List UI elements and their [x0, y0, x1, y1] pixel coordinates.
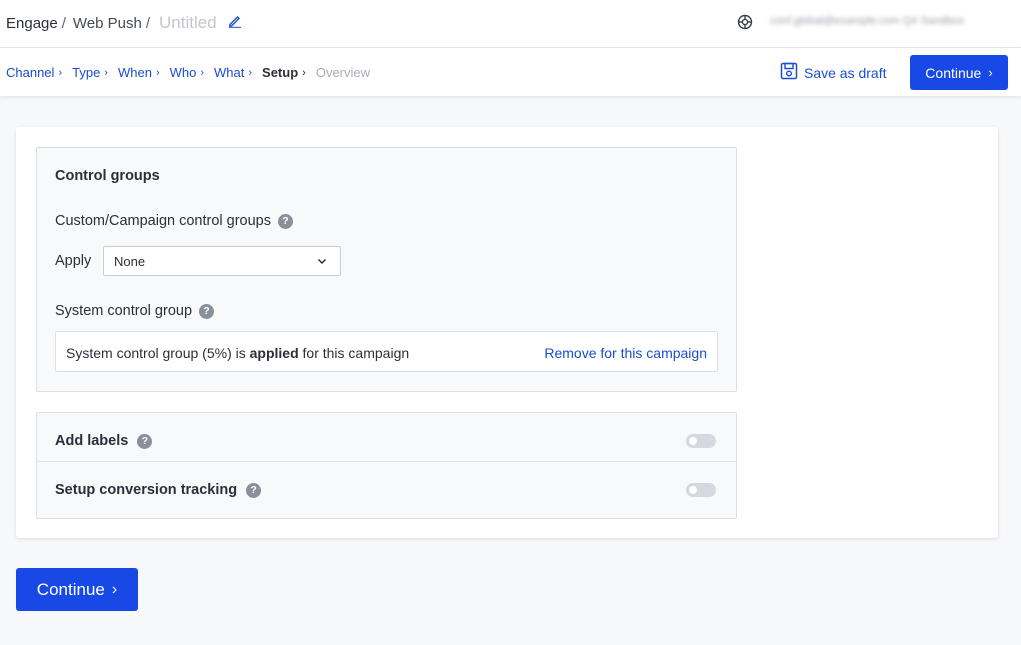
help-icon[interactable]: ?: [137, 433, 153, 449]
step-who[interactable]: Who ›: [170, 65, 204, 80]
help-icon[interactable]: ?: [278, 213, 293, 229]
system-control-group-box: System control group (5%) is applied for…: [55, 331, 718, 372]
remove-system-control-group-link[interactable]: Remove for this campaign: [544, 345, 707, 361]
step-label: Setup: [262, 65, 299, 80]
step-channel[interactable]: Channel ›: [6, 65, 62, 80]
system-control-group-label: System control group: [55, 303, 193, 319]
apply-control-group-select[interactable]: None: [103, 246, 341, 276]
conversion-tracking-label: Setup conversion tracking: [55, 482, 238, 498]
chevron-right-icon: ›: [155, 66, 160, 79]
divider: [37, 461, 736, 462]
continue-label: Continue: [925, 64, 982, 81]
help-icon[interactable]: ?: [199, 303, 215, 319]
pencil-icon[interactable]: [228, 14, 242, 28]
chevron-right-icon: ›: [248, 66, 253, 79]
account-info[interactable]: conf.global@example.com Q4 Sandbox: [770, 15, 1010, 28]
continue-label: Continue: [36, 579, 105, 599]
step-label: When: [117, 65, 152, 80]
save-as-draft-button[interactable]: Save as draft: [780, 62, 887, 83]
step-overview: Overview: [316, 65, 370, 80]
step-label: What: [214, 65, 245, 80]
chevron-right-icon: ›: [104, 66, 108, 79]
chevron-right-icon: ›: [200, 66, 205, 79]
lifebuoy-icon[interactable]: [737, 14, 753, 30]
step-what[interactable]: What ›: [214, 65, 252, 80]
step-label: Who: [169, 65, 197, 80]
step-label: Overview: [315, 65, 371, 80]
step-label: Type: [72, 65, 101, 80]
chevron-down-icon: [316, 255, 328, 267]
chevron-right-icon: ›: [302, 66, 306, 79]
add-labels-label: Add labels: [55, 433, 129, 449]
apply-select-value: None: [114, 254, 146, 269]
system-control-group-status: System control group (5%) is applied for…: [66, 345, 410, 361]
floppy-disk-icon: [780, 62, 804, 83]
custom-control-groups-heading: Custom/Campaign control groups ?: [55, 213, 293, 229]
apply-label: Apply: [55, 253, 92, 269]
options-panel: [36, 412, 737, 519]
breadcrumb-web-push[interactable]: Web Push: [73, 15, 142, 32]
step-nav: Channel › Type › When › Who › What › Setup › O…: [6, 65, 380, 80]
top-bar: Engage / Web Push / Untitled conf.global…: [0, 0, 1021, 48]
system-control-group-heading: System control group ?: [55, 303, 215, 319]
save-as-draft-label: Save as draft: [804, 64, 887, 81]
step-type[interactable]: Type ›: [72, 65, 108, 80]
breadcrumb-separator: /: [61, 14, 66, 32]
chevron-right-icon: ›: [58, 66, 63, 79]
breadcrumb-engage[interactable]: Engage: [6, 15, 58, 32]
breadcrumb: Engage / Web Push / Untitled: [6, 13, 242, 33]
add-labels-toggle[interactable]: [686, 434, 716, 448]
step-when[interactable]: When ›: [118, 65, 160, 80]
campaign-title-input[interactable]: Untitled: [159, 13, 217, 33]
chevron-right-icon: ›: [111, 580, 118, 598]
help-icon[interactable]: ?: [246, 482, 262, 498]
add-labels-heading: Add labels ?: [55, 433, 153, 449]
continue-button-top[interactable]: Continue ›: [910, 55, 1008, 90]
continue-button-bottom[interactable]: Continue ›: [16, 568, 138, 611]
conversion-tracking-toggle[interactable]: [686, 483, 716, 497]
custom-control-groups-label: Custom/Campaign control groups: [55, 213, 271, 229]
step-setup[interactable]: Setup ›: [262, 65, 306, 80]
conversion-tracking-heading: Setup conversion tracking ?: [55, 482, 262, 498]
step-label: Channel: [6, 65, 55, 80]
chevron-right-icon: ›: [988, 65, 993, 80]
breadcrumb-separator: /: [145, 14, 150, 32]
control-groups-title: Control groups: [55, 168, 160, 184]
